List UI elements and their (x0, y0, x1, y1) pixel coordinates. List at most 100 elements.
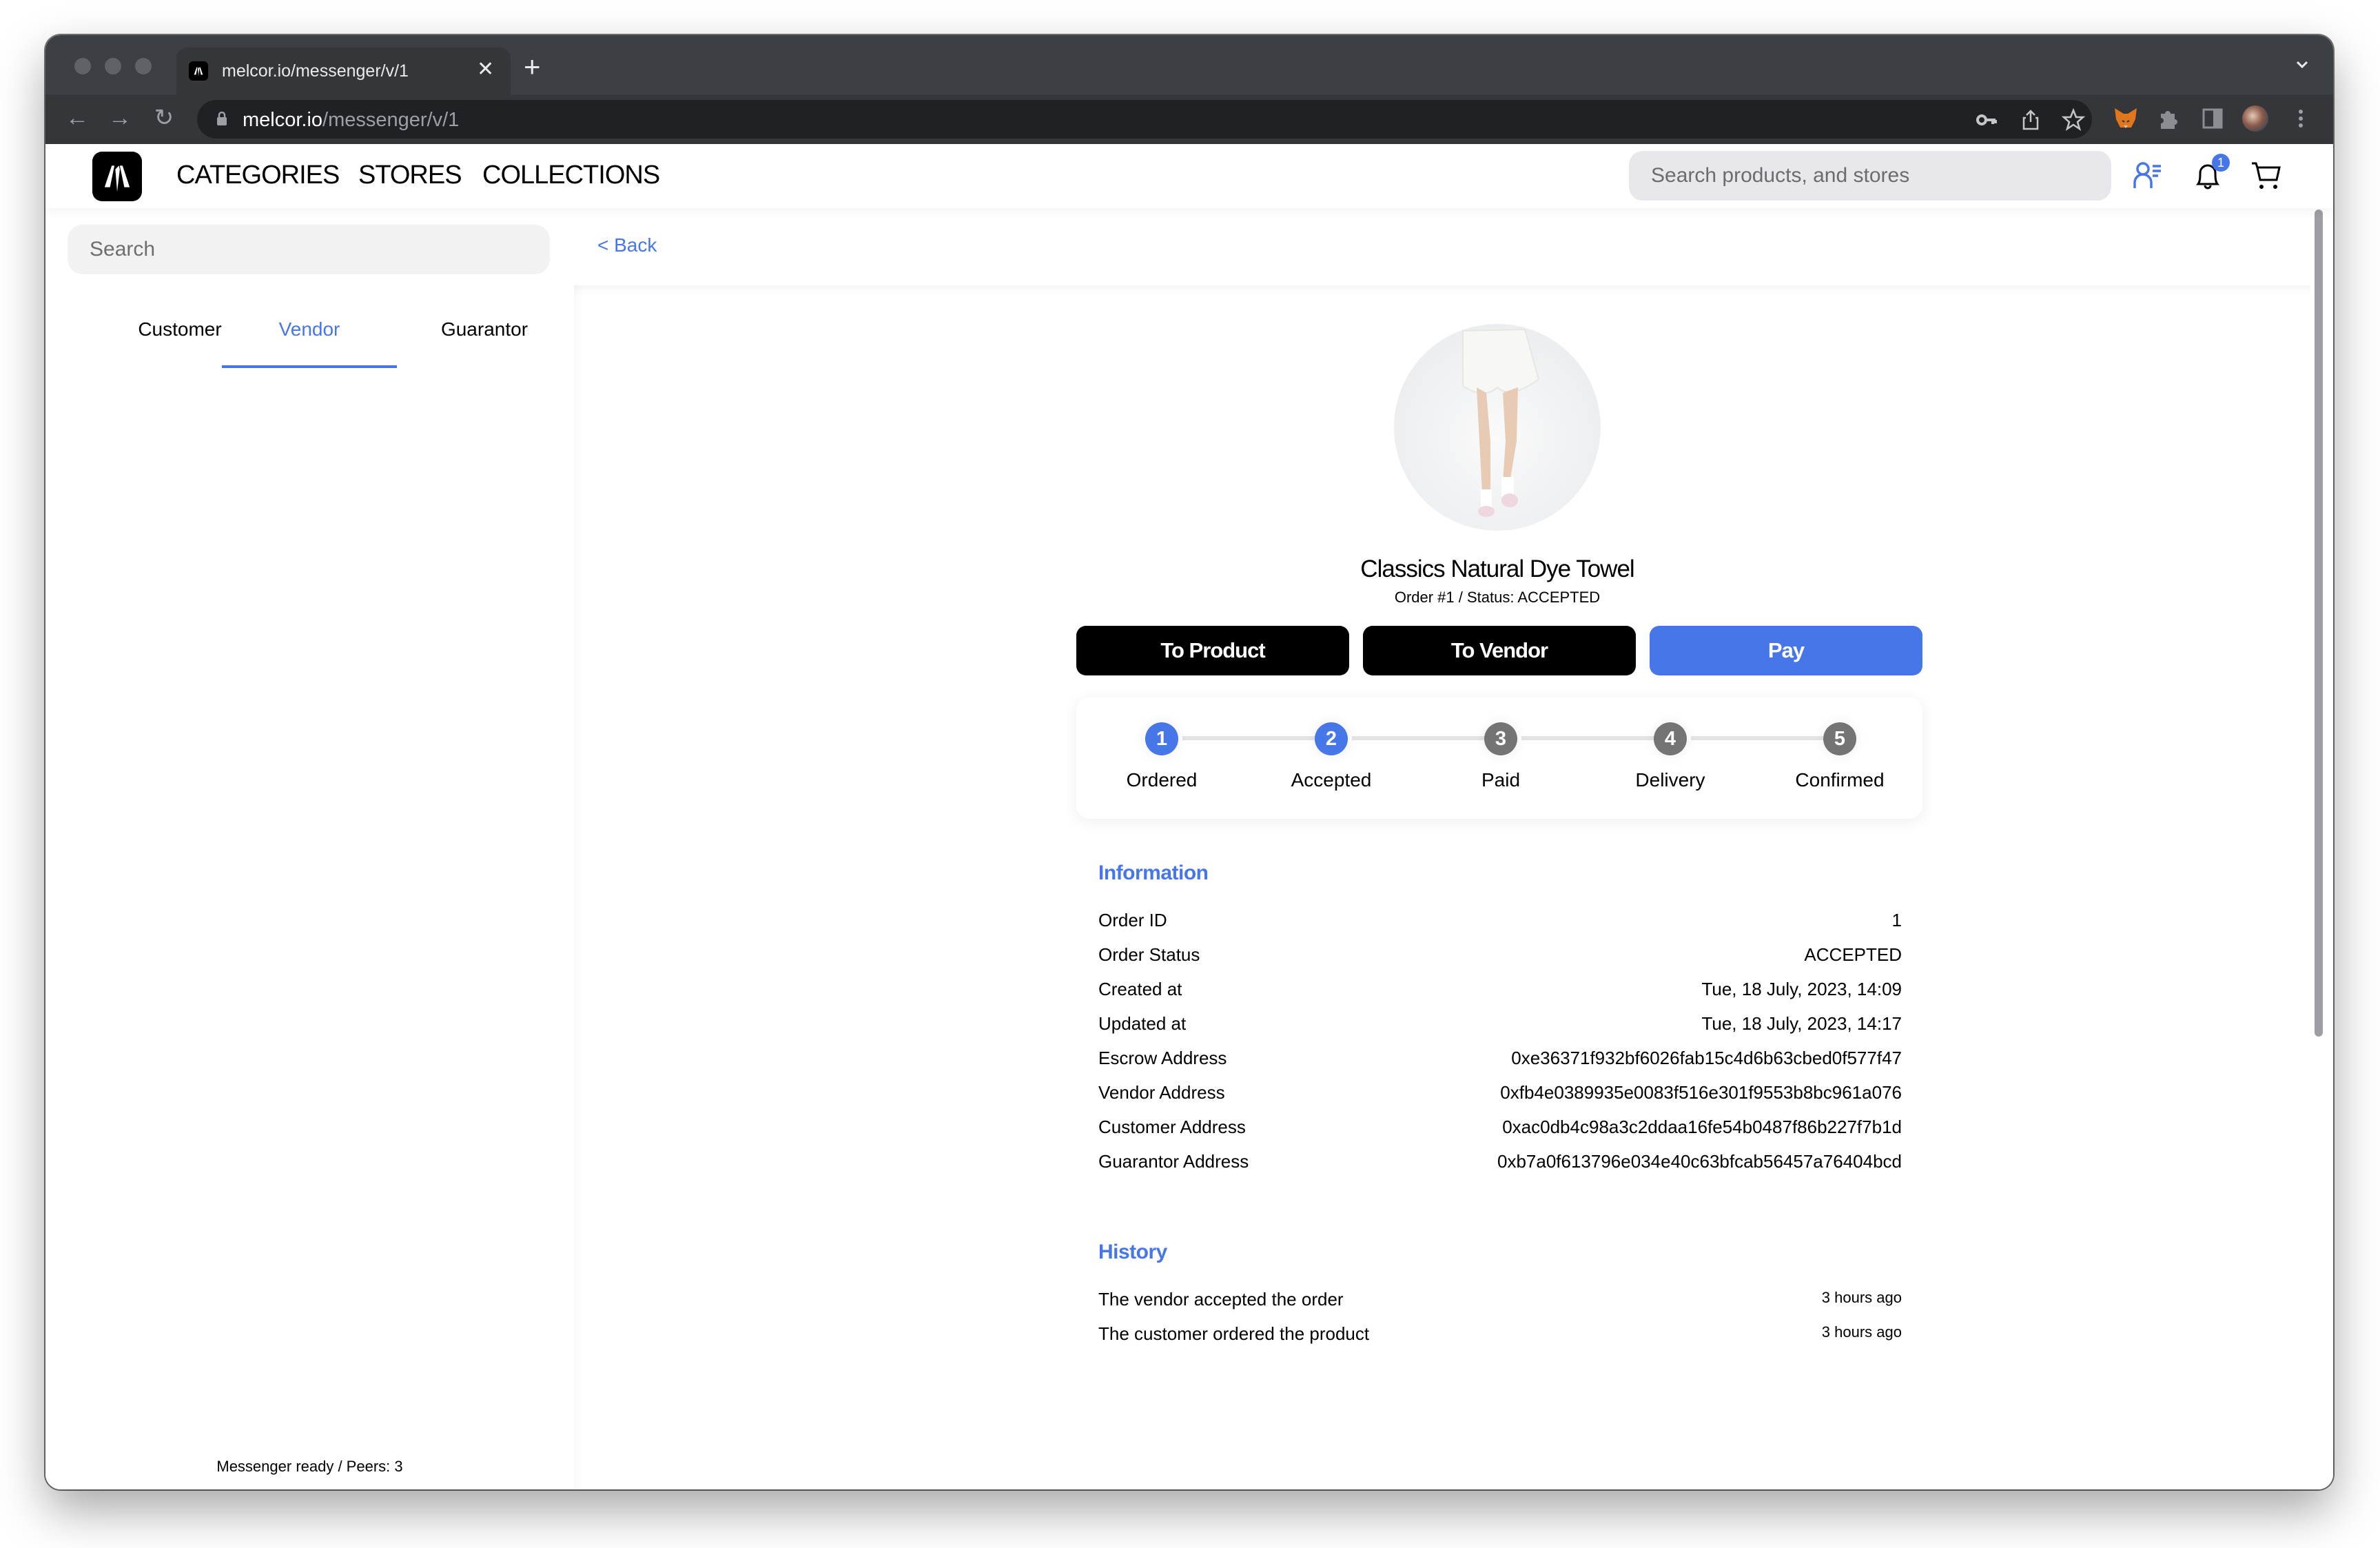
step-2-circle: 2 (1315, 722, 1348, 755)
profile-avatar[interactable] (2242, 105, 2268, 132)
pay-button[interactable]: Pay (1650, 626, 1922, 675)
step-3-circle: 3 (1484, 722, 1517, 755)
sidebar-search-field[interactable] (68, 225, 550, 274)
product-photo-shorts-icon (1462, 328, 1540, 517)
step-5-label: Confirmed (1795, 769, 1885, 791)
window-minimize-button[interactable] (105, 58, 121, 74)
extensions-puzzle-icon[interactable] (2155, 105, 2182, 132)
site-header: CATEGORIES STORES COLLECTIONS 1 (45, 144, 2333, 208)
back-row: < Back (574, 208, 2333, 285)
history-row: The customer ordered the product 3 hours… (1098, 1323, 1902, 1351)
step-5-circle: 5 (1823, 722, 1856, 755)
notifications-button[interactable]: 1 (2188, 154, 2230, 195)
scrollbar-thumb[interactable] (2315, 210, 2323, 1037)
notification-badge: 1 (2212, 154, 2230, 172)
info-row-order-status: Order Status ACCEPTED (1098, 944, 1902, 972)
info-key: Customer Address (1098, 1117, 1246, 1137)
step-1-label: Ordered (1126, 769, 1198, 791)
to-vendor-button[interactable]: To Vendor (1363, 626, 1636, 675)
info-value: Tue, 18 July, 2023, 14:09 (1701, 979, 1902, 999)
nav-categories[interactable]: CATEGORIES (176, 161, 340, 190)
step-4-label: Delivery (1635, 769, 1705, 791)
step-connector (1352, 736, 1487, 740)
step-connector (1182, 736, 1317, 740)
back-arrow-icon[interactable]: ← (63, 104, 91, 132)
info-row-order-id: Order ID 1 (1098, 910, 1902, 937)
info-row-customer-address: Customer Address 0xac0db4c98a3c2ddaa16fe… (1098, 1117, 1902, 1144)
info-value: Tue, 18 July, 2023, 14:17 (1701, 1013, 1902, 1034)
history-event: The customer ordered the product (1098, 1323, 1370, 1344)
key-icon[interactable] (1975, 108, 1998, 132)
browser-window: melcor.io/messenger/v/1 ✕ + ← → ↻ melcor… (45, 35, 2333, 1489)
lock-icon (217, 112, 227, 125)
history-heading: History (1098, 1241, 1167, 1263)
side-panel-icon[interactable] (2199, 105, 2226, 132)
more-menu-icon[interactable] (2288, 105, 2314, 132)
page-scrollbar[interactable] (2310, 208, 2333, 1489)
browser-toolbar: ← → ↻ melcor.io/messenger/v/1 (45, 94, 2333, 144)
info-value: 1 (1891, 910, 1902, 930)
info-row-updated-at: Updated at Tue, 18 July, 2023, 14:17 (1098, 1013, 1902, 1041)
sidebar-tab-vendor[interactable]: Vendor (222, 310, 397, 368)
forward-arrow-icon[interactable]: → (106, 104, 134, 132)
step-connector (1521, 736, 1656, 740)
info-value[interactable]: 0xfb4e0389935e0083f516e301f9553b8bc961a0… (1500, 1082, 1902, 1103)
browser-tab-strip: melcor.io/messenger/v/1 ✕ + (45, 35, 2333, 94)
info-value: ACCEPTED (1804, 944, 1902, 965)
messenger-status: Messenger ready / Peers: 3 (216, 1458, 403, 1475)
info-row-created-at: Created at Tue, 18 July, 2023, 14:09 (1098, 979, 1902, 1006)
share-icon[interactable] (2019, 108, 2042, 132)
step-3-label: Paid (1481, 769, 1521, 791)
browser-tab[interactable]: melcor.io/messenger/v/1 ✕ (176, 48, 511, 94)
site-search-field[interactable] (1629, 151, 2111, 201)
url-text: melcor.io/messenger/v/1 (243, 109, 460, 131)
order-details: Classics Natural Dye Towel Order #1 / St… (574, 285, 2310, 1489)
window-maximize-button[interactable] (135, 58, 152, 74)
info-row-escrow-address: Escrow Address 0xe36371f932bf6026fab15c4… (1098, 1048, 1902, 1075)
history-event: The vendor accepted the order (1098, 1289, 1344, 1310)
user-list-icon[interactable] (2129, 156, 2168, 195)
to-product-button[interactable]: To Product (1076, 626, 1349, 675)
sidebar-search-input[interactable] (68, 225, 550, 274)
step-4-circle: 4 (1654, 722, 1687, 755)
info-key: Order Status (1098, 944, 1200, 965)
info-value[interactable]: 0xb7a0f613796e034e40c63bfcab56457a76404b… (1497, 1151, 1902, 1172)
info-key: Escrow Address (1098, 1048, 1227, 1068)
product-image[interactable] (1394, 324, 1601, 531)
info-key: Guarantor Address (1098, 1151, 1249, 1172)
melcor-logo[interactable] (92, 152, 142, 201)
step-connector (1691, 736, 1826, 740)
metamask-extension-icon[interactable] (2113, 105, 2139, 132)
cart-icon[interactable] (2248, 156, 2286, 195)
info-row-vendor-address: Vendor Address 0xfb4e0389935e0083f516e30… (1098, 1082, 1902, 1110)
order-progress-stepper: 1 2 3 4 5 Ordered Accepted Paid Delivery… (1076, 697, 1922, 819)
tab-search-chevron-icon[interactable] (2292, 54, 2312, 75)
nav-stores[interactable]: STORES (358, 161, 462, 190)
window-close-button[interactable] (74, 58, 91, 74)
info-key: Order ID (1098, 910, 1167, 930)
info-key: Vendor Address (1098, 1082, 1225, 1103)
tab-close-icon[interactable]: ✕ (477, 57, 494, 81)
info-value[interactable]: 0xe36371f932bf6026fab15c4d6b63cbed0f577f… (1511, 1048, 1902, 1069)
address-bar[interactable]: melcor.io/messenger/v/1 (197, 100, 2092, 139)
sidebar-tab-guarantor[interactable]: Guarantor (397, 310, 572, 368)
step-2-label: Accepted (1291, 769, 1372, 791)
history-row: The vendor accepted the order 3 hours ag… (1098, 1289, 1902, 1316)
step-1-circle: 1 (1145, 722, 1178, 755)
history-time: 3 hours ago (1821, 1289, 1902, 1306)
star-icon[interactable] (2062, 108, 2085, 132)
order-main-panel: < Back Classics Natural Dye Towel Order … (574, 208, 2333, 1489)
melcor-favicon-icon (189, 61, 208, 81)
product-title: Classics Natural Dye Towel (1360, 556, 1634, 582)
order-status-subtitle: Order #1 / Status: ACCEPTED (1394, 589, 1601, 606)
info-key: Updated at (1098, 1013, 1187, 1034)
back-link[interactable]: < Back (597, 234, 657, 256)
history-time: 3 hours ago (1821, 1323, 1902, 1341)
tab-title: melcor.io/messenger/v/1 (222, 61, 409, 81)
nav-collections[interactable]: COLLECTIONS (482, 161, 660, 190)
site-search-input[interactable] (1629, 151, 2111, 201)
new-tab-button[interactable]: + (524, 50, 541, 83)
info-row-guarantor-address: Guarantor Address 0xb7a0f613796e034e40c6… (1098, 1151, 1902, 1179)
reload-icon[interactable]: ↻ (150, 104, 178, 132)
info-value[interactable]: 0xac0db4c98a3c2ddaa16fe54b0487f86b227f7b… (1502, 1117, 1902, 1138)
